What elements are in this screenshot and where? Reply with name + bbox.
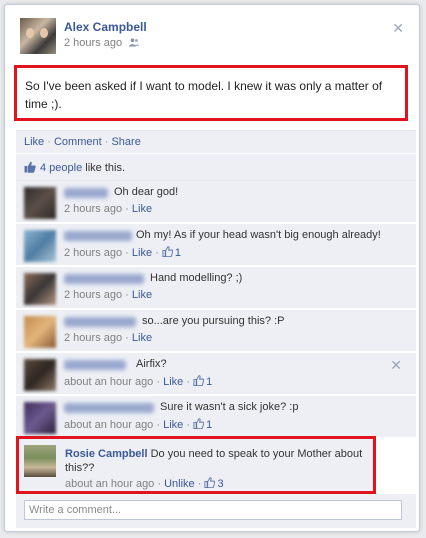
author-avatar[interactable]	[20, 18, 56, 54]
comment-timestamp[interactable]: 2 hours ago	[64, 247, 122, 259]
post-header: Alex Campbell 2 hours ago ✕	[20, 18, 408, 58]
commenter-name[interactable]	[64, 231, 132, 241]
comment-composer	[16, 494, 416, 528]
thumbs-up-icon	[24, 161, 36, 173]
commenter-avatar[interactable]	[24, 273, 56, 305]
like-button[interactable]: Like	[24, 136, 44, 148]
thumbs-up-icon	[193, 418, 205, 429]
comment-item: so...are you pursuing this? :P 2 hours a…	[16, 310, 416, 352]
comment-text: Airfix?	[136, 358, 167, 370]
likers-link[interactable]: 4 people	[40, 162, 82, 174]
comment-like-count[interactable]: 1	[206, 376, 212, 388]
commenter-name[interactable]	[64, 188, 108, 198]
comment-like-count[interactable]: 1	[206, 419, 212, 431]
comment-button[interactable]: Comment	[54, 136, 102, 148]
commenter-name-link[interactable]: Rosie Campbell	[65, 448, 148, 460]
commenter-avatar[interactable]	[24, 445, 56, 477]
separator: ·	[47, 136, 51, 148]
thumbs-up-icon	[193, 375, 205, 386]
friends-icon	[129, 38, 140, 47]
comment-unlike-button[interactable]: Unlike	[164, 478, 195, 490]
post-text-highlight: So I've been asked if I want to model. I…	[14, 65, 408, 121]
comment-input[interactable]	[24, 500, 402, 520]
author-name-link[interactable]: Alex Campbell	[64, 20, 147, 34]
likes-suffix: like this.	[85, 162, 126, 174]
post-timestamp[interactable]: 2 hours ago	[64, 37, 122, 49]
share-button[interactable]: Share	[111, 136, 140, 148]
comment-body: Rosie Campbell Do you need to speak to y…	[65, 447, 365, 475]
commenter-avatar[interactable]	[24, 402, 56, 434]
comment-timestamp[interactable]: about an hour ago	[64, 376, 153, 388]
comment-like-button[interactable]: Like	[132, 332, 152, 344]
comment-timestamp[interactable]: about an hour ago	[64, 419, 153, 431]
likes-summary: 4 people like this.	[16, 154, 416, 181]
comment-like-count[interactable]: 3	[217, 478, 223, 490]
comment-timestamp[interactable]: 2 hours ago	[64, 332, 122, 344]
comment-meta: about an hour ago · Like · 1	[64, 418, 213, 431]
avatar-face	[26, 28, 34, 38]
comment-item: Oh my! As if your head wasn't big enough…	[16, 224, 416, 266]
comment-meta: 2 hours ago · Like · 1	[64, 246, 181, 259]
comment-meta: about an hour ago · Unlike · 3	[65, 477, 224, 490]
comment-text: Hand modelling? ;)	[150, 272, 243, 284]
comment-text: Oh dear god!	[114, 186, 179, 198]
comment-item: Sure it wasn't a sick joke? :p about an …	[16, 396, 416, 438]
separator: ·	[104, 136, 109, 148]
commenter-avatar[interactable]	[24, 230, 56, 262]
comment-text: Sure it wasn't a sick joke? :p	[160, 401, 299, 413]
comment-like-button[interactable]: Like	[163, 376, 183, 388]
comment-like-button[interactable]: Like	[132, 289, 152, 301]
comment-timestamp[interactable]: 2 hours ago	[64, 289, 122, 301]
comment-text: so...are you pursuing this? :P	[142, 315, 285, 327]
commenter-name[interactable]	[64, 403, 154, 413]
comment-like-button[interactable]: Like	[132, 247, 152, 259]
comment-meta: 2 hours ago · Like	[64, 203, 153, 215]
comment-item: Airfix? about an hour ago · Like · 1 ✕	[16, 353, 416, 395]
commenter-name[interactable]	[64, 360, 126, 370]
commenter-avatar[interactable]	[24, 359, 56, 391]
post-meta: 2 hours ago	[64, 37, 140, 49]
avatar-face	[40, 28, 48, 38]
comment-meta: 2 hours ago · Like	[64, 289, 153, 301]
post-text: So I've been asked if I want to model. I…	[25, 79, 383, 111]
commenter-name[interactable]	[64, 274, 144, 284]
comment-item: Hand modelling? ;) 2 hours ago · Like	[16, 267, 416, 309]
comment-like-button[interactable]: Like	[132, 203, 152, 215]
comment-timestamp[interactable]: about an hour ago	[65, 478, 154, 490]
comment-item: Oh dear god! 2 hours ago · Like	[16, 181, 416, 223]
close-icon[interactable]: ✕	[392, 20, 404, 37]
commenter-avatar[interactable]	[24, 187, 56, 219]
post-actions: Like · Comment · Share	[16, 130, 416, 153]
commenter-name[interactable]	[64, 317, 136, 327]
thumbs-up-icon	[204, 477, 216, 488]
highlighted-comment: Rosie Campbell Do you need to speak to y…	[16, 436, 376, 494]
comment-text: Oh my! As if your head wasn't big enough…	[136, 229, 381, 241]
comment-meta: about an hour ago · Like · 1	[64, 375, 213, 388]
comment-meta: 2 hours ago · Like	[64, 332, 153, 344]
comment-like-button[interactable]: Like	[163, 419, 183, 431]
comment-timestamp[interactable]: 2 hours ago	[64, 203, 122, 215]
commenter-avatar[interactable]	[24, 316, 56, 348]
comment-like-count[interactable]: 1	[175, 247, 181, 259]
thumbs-up-icon	[162, 246, 173, 257]
close-icon[interactable]: ✕	[390, 357, 402, 374]
